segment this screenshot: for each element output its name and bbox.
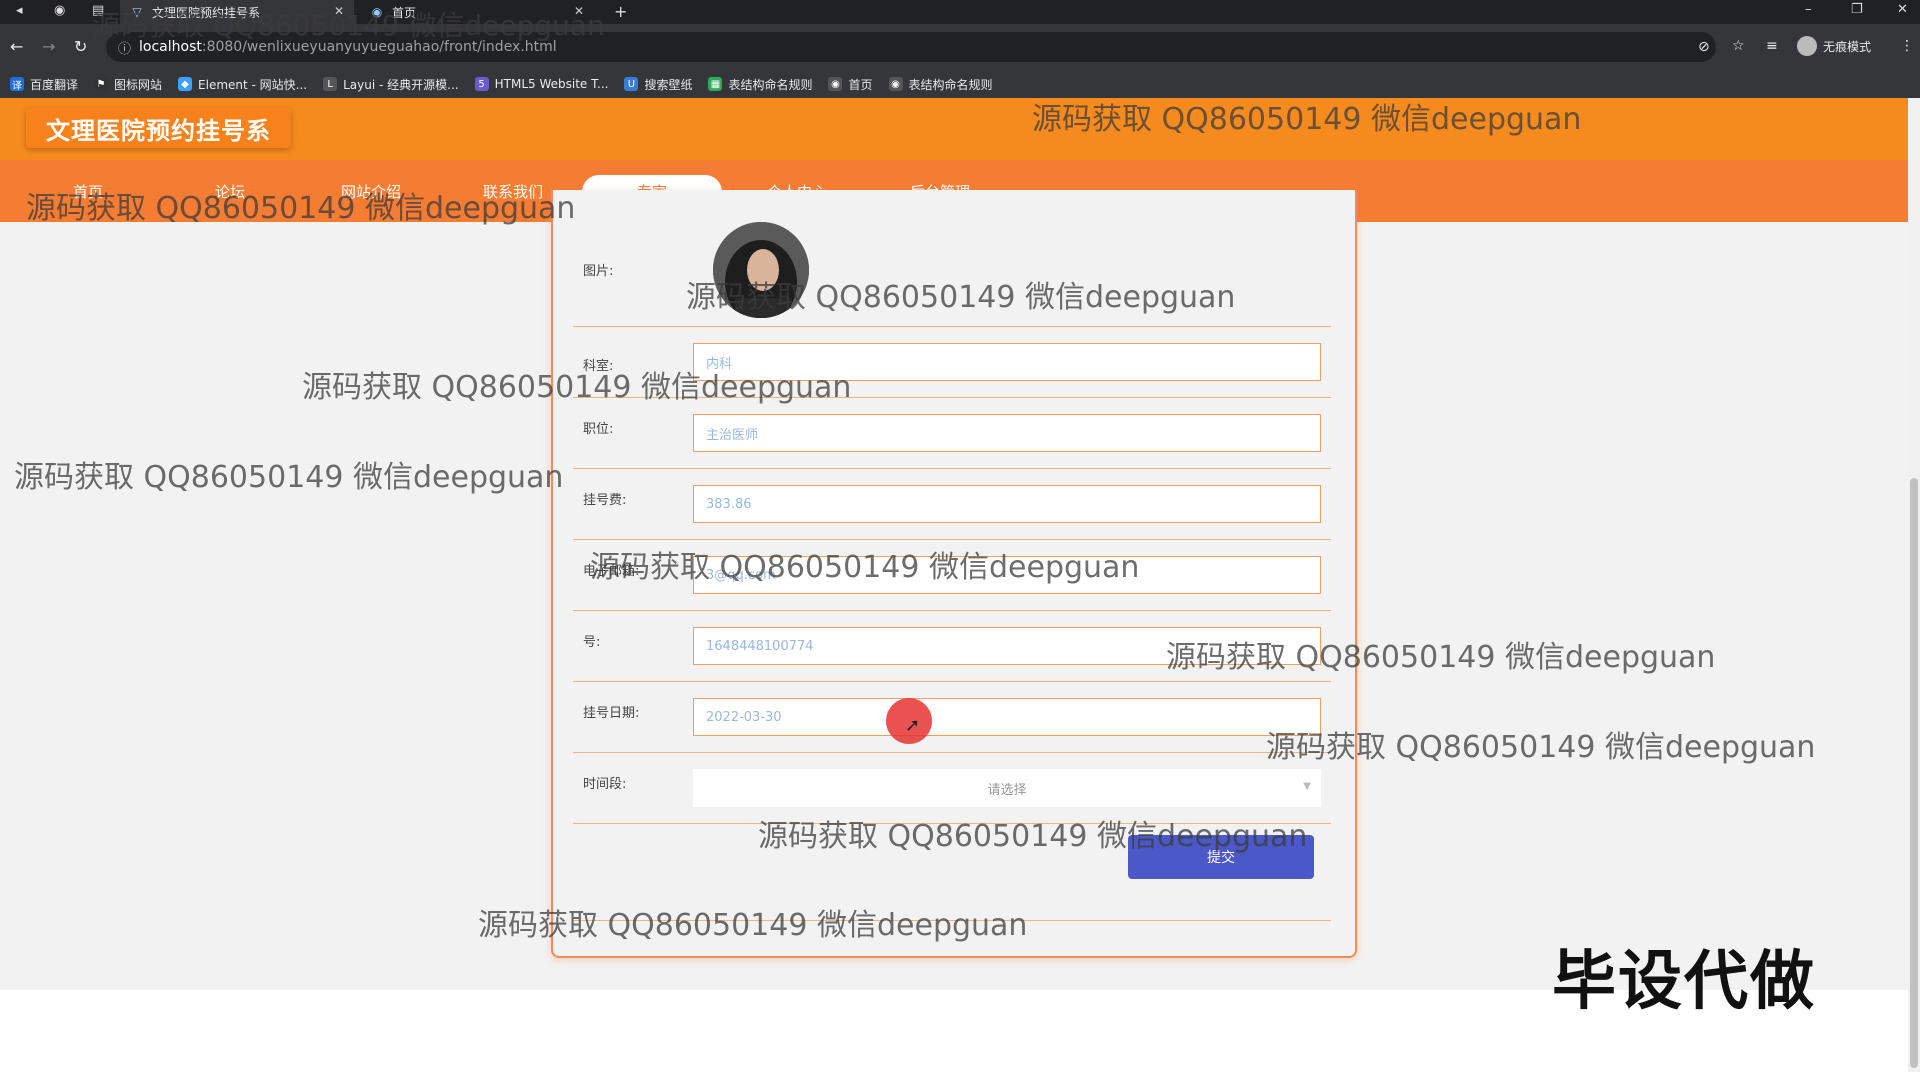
site-header: 文理医院预约挂号系 (0, 98, 1908, 160)
bookmark-item[interactable]: ◆ Element - 网站快... (178, 76, 307, 93)
tab-audio-icon[interactable]: ◂ (16, 3, 23, 18)
element-logo-icon: ◆ (178, 77, 193, 91)
bookmark-item[interactable]: 译百度翻译 (10, 76, 78, 93)
timeslot-placeholder: 请选择 (987, 782, 1027, 798)
watermark-text: 源码获取 QQ86050149 微信deepguan (1266, 730, 1816, 765)
watermark-text: 源码获取 QQ86050149 微信deepguan (92, 9, 605, 42)
layui-logo-icon: L (323, 77, 338, 91)
globe-icon: ◉ (828, 77, 843, 91)
timeslot-label: 时间段: (583, 777, 627, 792)
bookmark-item[interactable]: U 搜索壁纸 (624, 76, 692, 93)
watermark-text: 源码获取 QQ86050149 微信deepguan (686, 280, 1236, 315)
watermark-text: 源码获取 QQ86050149 微信deepguan (758, 819, 1308, 854)
date-label: 挂号日期: (583, 706, 640, 721)
incognito-icon (1797, 36, 1817, 56)
watermark-text: 源码获取 QQ86050149 微信deepguan (302, 370, 852, 405)
site-brand[interactable]: 文理医院预约挂号系 (26, 108, 291, 148)
html5-icon: 5 (474, 77, 489, 91)
timeslot-select[interactable]: 请选择 ▼ (693, 769, 1321, 807)
chevron-down-icon: ▼ (1303, 781, 1311, 792)
form-row-position: 职位: 主治医师 (573, 398, 1331, 469)
watermark-text: 源码获取 QQ86050149 微信deepguan (26, 191, 576, 226)
bookmarks-bar: 译百度翻译 ⚑ 图标网站 ◆ Element - 网站快... L Layui - 经… (0, 70, 1920, 98)
fee-field[interactable]: 383.86 (693, 485, 1321, 523)
form-row-fee: 挂号费: 383.86 (573, 469, 1331, 540)
incognito-label: 无痕模式 (1823, 39, 1872, 54)
globe-icon[interactable]: ◉ (54, 3, 65, 18)
wallpaper-icon: U (624, 77, 639, 91)
bookmark-item[interactable]: 5 HTML5 Website T... (474, 77, 608, 91)
position-field[interactable]: 主治医师 (693, 414, 1321, 452)
close-window-icon[interactable]: ✕ (1897, 2, 1908, 17)
flag-icon: ⚑ (94, 77, 109, 91)
globe-icon: ◉ (888, 77, 903, 91)
back-icon[interactable]: ← (10, 37, 23, 56)
new-tab-icon[interactable]: + (614, 2, 627, 21)
restore-icon[interactable]: ❐ (1851, 2, 1863, 17)
form-row-date: 挂号日期: 2022-03-30 (573, 682, 1331, 753)
translate-icon: 译 (10, 77, 24, 92)
minimize-icon[interactable]: – (1805, 2, 1812, 17)
watermark-text: 源码获取 QQ86050149 微信deepguan (1032, 102, 1582, 137)
watermark-text: 源码获取 QQ86050149 微信deepguan (590, 550, 1140, 585)
sheet-icon: ▦ (708, 77, 723, 91)
watermark-text: 源码获取 QQ86050149 微信deepguan (1166, 640, 1716, 675)
bookmark-item[interactable]: L Layui - 经典开源模... (323, 76, 459, 93)
watermark-text: 源码获取 QQ86050149 微信deepguan (14, 460, 564, 495)
reading-list-icon[interactable]: ≡ (1766, 38, 1778, 54)
promo-stamp: 毕设代做 (1552, 945, 1816, 1019)
bookmark-item[interactable]: ⚑ 图标网站 (94, 76, 162, 93)
eye-off-icon[interactable]: ⊘ (1698, 39, 1710, 55)
forward-icon[interactable]: → (42, 37, 55, 56)
bookmark-item[interactable]: ◉ 表结构命名规则 (888, 76, 993, 93)
mouse-pointer-icon: ➚ (905, 715, 921, 736)
number-label: 号: (583, 635, 601, 650)
image-label: 图片: (583, 264, 614, 279)
scrollbar-thumb[interactable] (1910, 478, 1918, 1068)
date-field[interactable]: 2022-03-30 (693, 698, 1321, 736)
watermark-text: 源码获取 QQ86050149 微信deepguan (478, 908, 1028, 943)
incognito-indicator[interactable]: 无痕模式 (1797, 36, 1871, 56)
bookmark-item[interactable]: ▦ 表结构命名规则 (708, 76, 812, 93)
bookmark-star-icon[interactable]: ☆ (1732, 38, 1745, 54)
page-scrollbar[interactable] (1908, 98, 1920, 1072)
bookmark-item[interactable]: ◉ 首页 (828, 76, 873, 93)
menu-icon[interactable]: ⋮ (1900, 38, 1914, 54)
position-label: 职位: (583, 422, 614, 437)
reload-icon[interactable]: ↻ (74, 37, 87, 56)
fee-label: 挂号费: (583, 493, 627, 508)
